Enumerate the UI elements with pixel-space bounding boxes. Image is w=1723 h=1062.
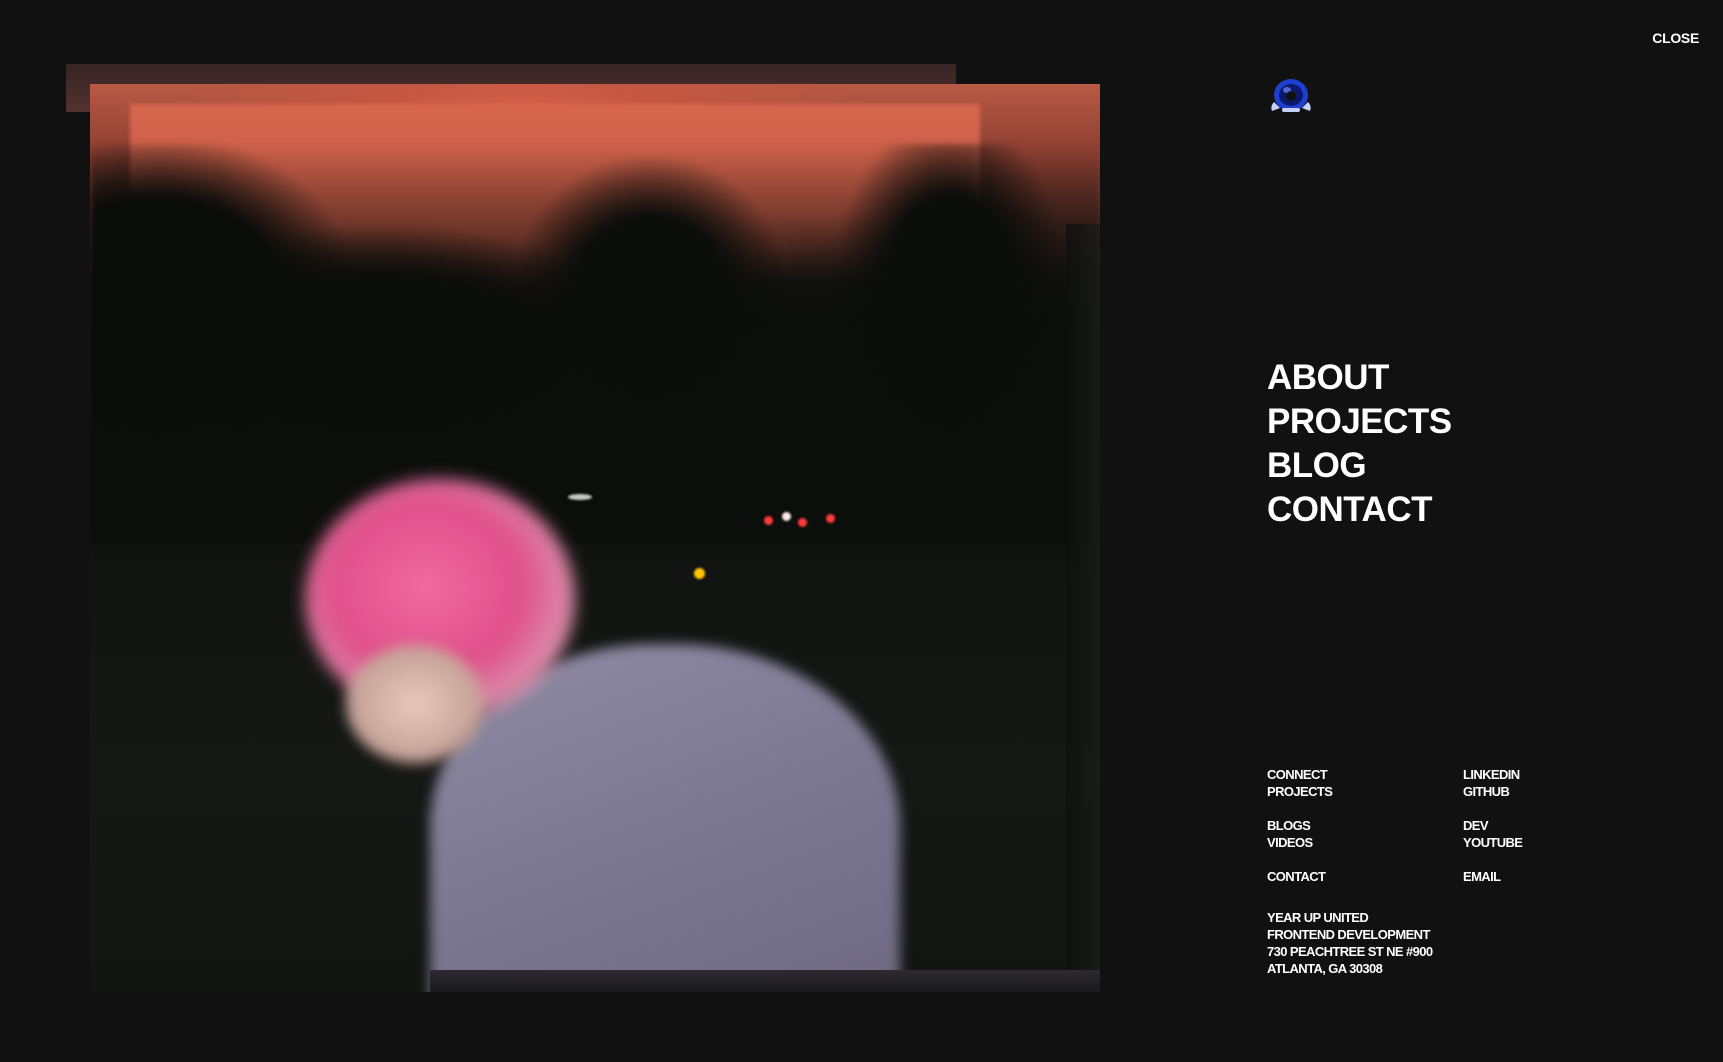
footer-projects-link[interactable]: PROJECTS	[1267, 783, 1463, 800]
footer-dev-link[interactable]: DEV	[1463, 817, 1587, 834]
menu-overlay: CLOSE ABOUT PROJECTS BLOG CONTACT CONNEC…	[0, 0, 1723, 1062]
hero-photo	[66, 64, 1100, 992]
photo-frame-right-edge	[1066, 224, 1100, 984]
main-navigation: ABOUT PROJECTS BLOG CONTACT	[1267, 356, 1452, 532]
address-line-city: ATLANTA, GA 30308	[1267, 961, 1383, 976]
close-button[interactable]: CLOSE	[1652, 30, 1699, 46]
footer-connect-link[interactable]: CONNECT	[1267, 766, 1463, 783]
address-block: YEAR UP UNITED FRONTEND DEVELOPMENT 730 …	[1267, 909, 1433, 977]
footer-github-link[interactable]: GITHUB	[1463, 783, 1587, 800]
photo-person-face	[345, 644, 485, 764]
address-line-company: YEAR UP UNITED	[1267, 910, 1369, 925]
nav-blog-link[interactable]: BLOG	[1267, 444, 1452, 488]
photo-image	[90, 84, 1100, 992]
address-line-street: 730 PEACHTREE ST NE #900	[1267, 944, 1433, 959]
footer-youtube-link[interactable]: YOUTUBE	[1463, 834, 1587, 851]
address-line-department: FRONTEND DEVELOPMENT	[1267, 927, 1430, 942]
footer-contact-link[interactable]: CONTACT	[1267, 868, 1463, 885]
photo-trees	[90, 144, 1100, 564]
footer-group-social: LINKEDIN GITHUB	[1463, 766, 1587, 800]
nav-contact-link[interactable]: CONTACT	[1267, 488, 1452, 532]
footer-group-connect: CONNECT PROJECTS	[1267, 766, 1463, 800]
nav-about-link[interactable]: ABOUT	[1267, 356, 1452, 400]
footer-email-link[interactable]: EMAIL	[1463, 868, 1587, 885]
astronaut-helmet-logo-icon[interactable]	[1266, 76, 1316, 116]
footer-videos-link[interactable]: VIDEOS	[1267, 834, 1463, 851]
footer-blogs-link[interactable]: BLOGS	[1267, 817, 1463, 834]
footer-linkedin-link[interactable]: LINKEDIN	[1463, 766, 1587, 783]
footer-group-contact: CONTACT	[1267, 868, 1463, 885]
footer-group-content: BLOGS VIDEOS	[1267, 817, 1463, 851]
footer-group-email: EMAIL	[1463, 868, 1587, 885]
photo-frame-bottom-edge	[430, 970, 1100, 992]
nav-projects-link[interactable]: PROJECTS	[1267, 400, 1452, 444]
footer-links: CONNECT PROJECTS LINKEDIN GITHUB BLOGS V…	[1267, 766, 1587, 885]
footer-group-channels: DEV YOUTUBE	[1463, 817, 1587, 851]
